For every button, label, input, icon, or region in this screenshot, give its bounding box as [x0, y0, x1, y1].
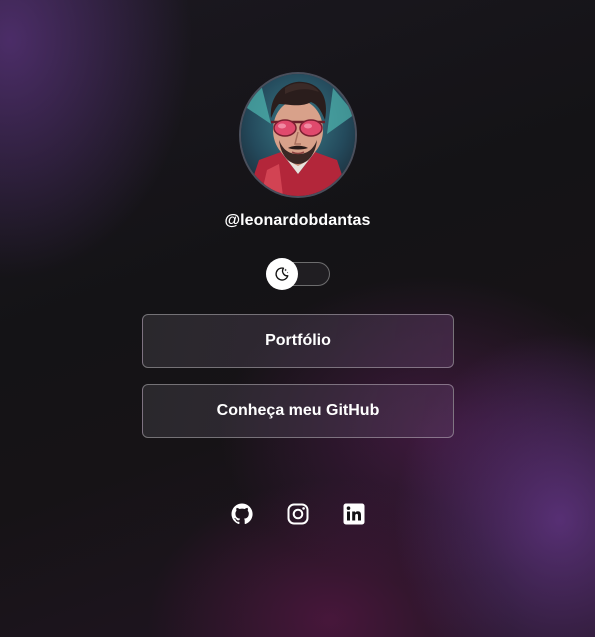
moon-icon: [275, 267, 289, 281]
portfolio-button[interactable]: Portfólio: [142, 314, 454, 368]
username: @leonardobdantas: [224, 212, 371, 229]
avatar: [239, 72, 357, 198]
github-link-button[interactable]: Conheça meu GitHub: [142, 384, 454, 438]
linkedin-icon[interactable]: [342, 502, 366, 526]
instagram-icon[interactable]: [286, 502, 310, 526]
theme-toggle[interactable]: [266, 258, 330, 290]
github-icon[interactable]: [230, 502, 254, 526]
toggle-knob[interactable]: [266, 258, 298, 290]
profile-illustration: [241, 74, 355, 196]
link-page: @leonardobdantas Portfólio Conheça meu G…: [0, 0, 595, 637]
